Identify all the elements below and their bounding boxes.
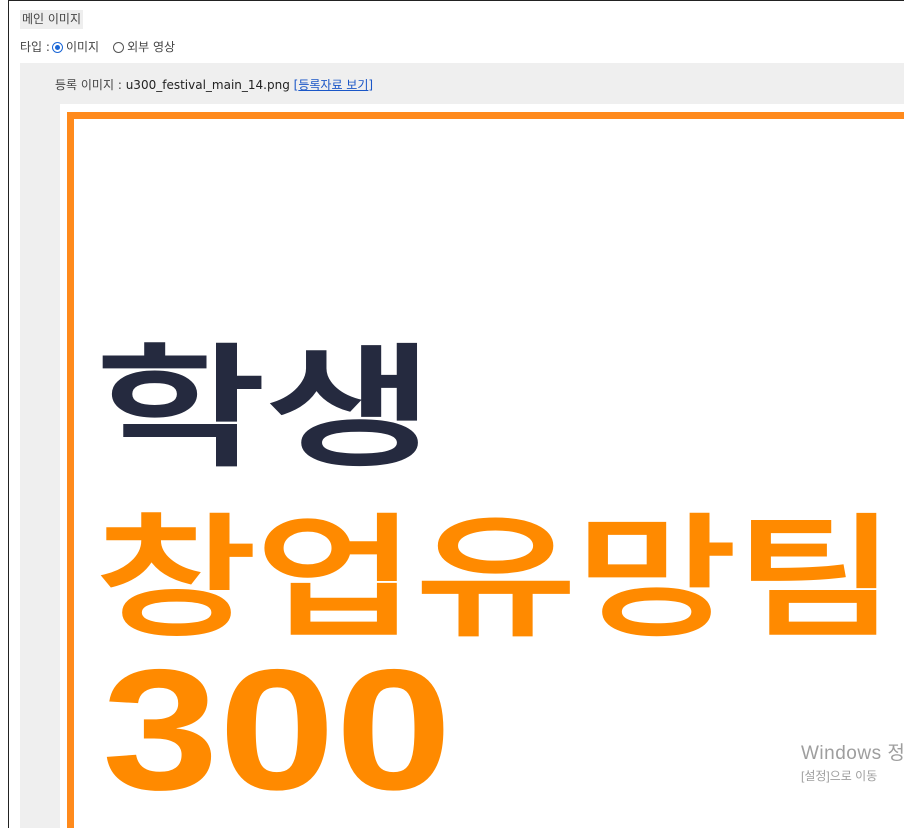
poster-art: 학생 창업유망팀 300 — [96, 332, 896, 826]
radio-image[interactable] — [51, 41, 63, 53]
section-title: 메인 이미지 — [20, 10, 84, 29]
type-selector: 타입 : 이미지 외부 영상 — [20, 38, 175, 56]
poster-line1: 학생 — [96, 332, 434, 486]
poster-image: 학생 창업유망팀 300 — [67, 112, 904, 828]
registered-filename: u300_festival_main_14.png — [125, 78, 290, 92]
watermark-line2: [설정]으로 이동 — [801, 769, 878, 783]
radio-image-label[interactable]: 이미지 — [66, 38, 99, 56]
type-label: 타입 : — [20, 40, 50, 54]
registered-image-label: 등록 이미지 : — [55, 78, 122, 92]
bracket-close: ] — [368, 78, 374, 92]
radio-external-video[interactable] — [113, 41, 125, 53]
registered-image-row: 등록 이미지 : u300_festival_main_14.png [등록자료… — [55, 76, 373, 94]
poster-line3: 300 — [102, 634, 452, 826]
poster-line2: 창업유망팀 — [96, 502, 896, 656]
watermark-line1: Windows 정 — [801, 743, 904, 764]
view-file-link[interactable]: 등록자료 보기 — [298, 78, 368, 92]
radio-external-video-label[interactable]: 외부 영상 — [127, 38, 175, 56]
windows-activation-watermark: Windows 정 [설정]으로 이동 — [801, 738, 904, 784]
